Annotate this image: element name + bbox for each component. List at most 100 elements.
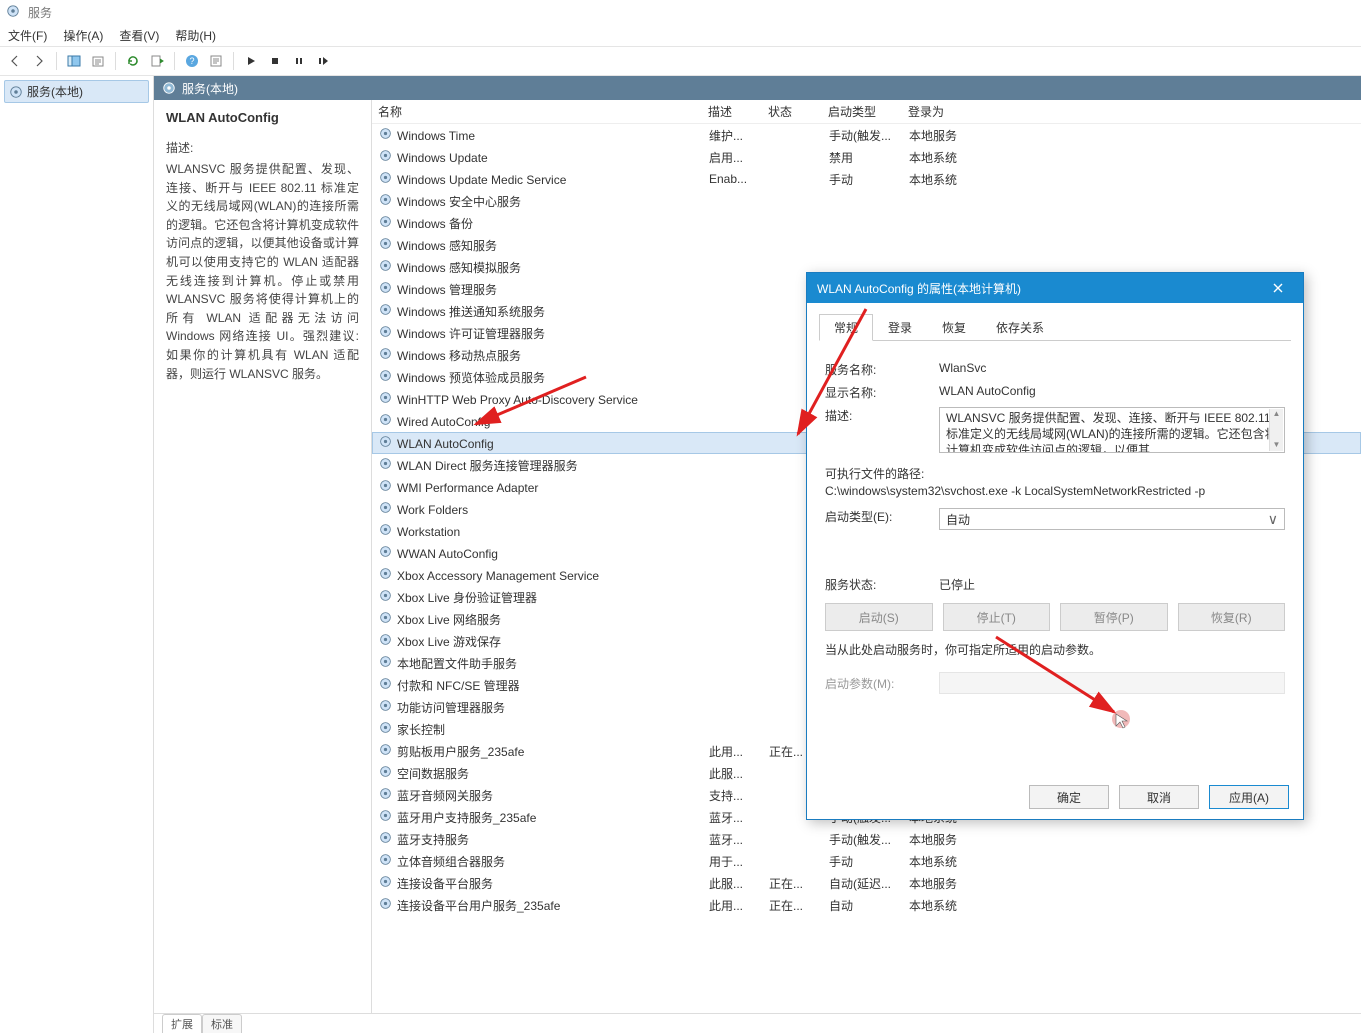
- service-name-cell: WLAN AutoConfig: [379, 435, 709, 451]
- service-row[interactable]: Windows Time维护...手动(触发...本地服务: [372, 124, 1361, 146]
- pane-header-title: 服务(本地): [182, 80, 238, 97]
- service-row[interactable]: Windows 感知服务: [372, 234, 1361, 256]
- export-button[interactable]: [87, 50, 109, 72]
- menu-bar: 文件(F) 操作(A) 查看(V) 帮助(H): [0, 24, 1361, 46]
- service-name-cell: Windows 管理服务: [379, 281, 709, 298]
- service-name-cell: Xbox Live 网络服务: [379, 611, 709, 628]
- service-name-cell: Workstation: [379, 523, 709, 539]
- detail-description-label: 描述:: [166, 139, 359, 156]
- restart-service-button[interactable]: [312, 50, 334, 72]
- gear-icon: [379, 435, 397, 448]
- separator: [174, 52, 175, 70]
- gear-icon: [379, 853, 397, 866]
- service-start-cell: 自动(延迟...: [829, 875, 909, 892]
- tab-logon[interactable]: 登录: [873, 314, 927, 341]
- start-service-button[interactable]: [240, 50, 262, 72]
- forward-button[interactable]: [28, 50, 50, 72]
- scrollbar[interactable]: [1269, 409, 1283, 451]
- service-name-cell: Xbox Live 游戏保存: [379, 633, 709, 650]
- menu-view[interactable]: 查看(V): [119, 27, 159, 44]
- service-row[interactable]: 立体音频组合器服务用于...手动本地系统: [372, 850, 1361, 872]
- tab-recovery[interactable]: 恢复: [927, 314, 981, 341]
- cancel-button[interactable]: 取消: [1119, 785, 1199, 809]
- service-row[interactable]: 连接设备平台用户服务_235afe此用...正在...自动本地系统: [372, 894, 1361, 916]
- column-description[interactable]: 描述: [708, 103, 768, 120]
- menu-help[interactable]: 帮助(H): [175, 27, 216, 44]
- service-start-cell: 手动: [829, 853, 909, 870]
- export-list-button[interactable]: [146, 50, 168, 72]
- menu-file[interactable]: 文件(F): [8, 27, 47, 44]
- column-name[interactable]: 名称: [378, 103, 708, 120]
- service-desc-cell: 此服...: [709, 765, 769, 782]
- service-row[interactable]: 蓝牙支持服务蓝牙...手动(触发...本地服务: [372, 828, 1361, 850]
- start-button[interactable]: 启动(S): [825, 603, 933, 631]
- service-name-cell: Windows 许可证管理器服务: [379, 325, 709, 342]
- ok-button[interactable]: 确定: [1029, 785, 1109, 809]
- service-logon-cell: 本地系统: [909, 171, 1009, 188]
- service-status-cell: 正在...: [769, 875, 829, 892]
- startup-type-select[interactable]: 自动 ∨: [939, 508, 1285, 530]
- service-desc-cell: 支持...: [709, 787, 769, 804]
- back-button[interactable]: [4, 50, 26, 72]
- help-button[interactable]: ?: [181, 50, 203, 72]
- service-desc-cell: 此用...: [709, 743, 769, 760]
- pause-button[interactable]: 暂停(P): [1060, 603, 1168, 631]
- column-status[interactable]: 状态: [768, 103, 828, 120]
- console-tree[interactable]: 服务(本地): [0, 76, 154, 1033]
- service-row[interactable]: 连接设备平台服务此服...正在...自动(延迟...本地服务: [372, 872, 1361, 894]
- value-exe-path: C:\windows\system32\svchost.exe -k Local…: [825, 484, 1285, 498]
- value-description[interactable]: WLANSVC 服务提供配置、发现、连接、断开与 IEEE 802.11 标准定…: [939, 407, 1285, 453]
- service-name-cell: Work Folders: [379, 501, 709, 517]
- params-hint: 当从此处启动服务时，你可指定所适用的启动参数。: [825, 641, 1285, 658]
- list-header[interactable]: 名称 描述 状态 启动类型 登录为: [372, 100, 1361, 124]
- close-icon[interactable]: [1263, 273, 1293, 303]
- service-name-cell: 蓝牙支持服务: [379, 831, 709, 848]
- service-name-cell: 家长控制: [379, 721, 709, 738]
- svg-text:?: ?: [189, 56, 194, 66]
- dialog-title-bar[interactable]: WLAN AutoConfig 的属性(本地计算机): [807, 273, 1303, 303]
- service-name-cell: 蓝牙用户支持服务_235afe: [379, 809, 709, 826]
- properties-button[interactable]: [205, 50, 227, 72]
- service-row[interactable]: Windows 安全中心服务: [372, 190, 1361, 212]
- stop-button[interactable]: 停止(T): [943, 603, 1051, 631]
- stop-service-button[interactable]: [264, 50, 286, 72]
- refresh-button[interactable]: [122, 50, 144, 72]
- gear-icon: [379, 303, 397, 316]
- show-hide-tree-button[interactable]: [63, 50, 85, 72]
- service-name-cell: Windows 移动热点服务: [379, 347, 709, 364]
- pane-header: 服务(本地): [154, 76, 1361, 100]
- service-name-cell: WMI Performance Adapter: [379, 479, 709, 495]
- pause-service-button[interactable]: [288, 50, 310, 72]
- service-desc-cell: 此服...: [709, 875, 769, 892]
- resume-button[interactable]: 恢复(R): [1178, 603, 1286, 631]
- gear-icon: [379, 325, 397, 338]
- service-row[interactable]: Windows 备份: [372, 212, 1361, 234]
- description-text: WLANSVC 服务提供配置、发现、连接、断开与 IEEE 802.11 标准定…: [946, 411, 1277, 453]
- gear-icon: [379, 633, 397, 646]
- service-row[interactable]: Windows Update Medic ServiceEnab...手动本地系…: [372, 168, 1361, 190]
- gear-icon: [379, 655, 397, 668]
- column-logon-as[interactable]: 登录为: [908, 103, 1008, 120]
- properties-dialog: WLAN AutoConfig 的属性(本地计算机) 常规 登录 恢复 依存关系…: [806, 272, 1304, 820]
- service-name-cell: 本地配置文件助手服务: [379, 655, 709, 672]
- apply-button[interactable]: 应用(A): [1209, 785, 1289, 809]
- gear-icon: [379, 611, 397, 624]
- tab-extended[interactable]: 扩展: [162, 1014, 202, 1033]
- value-display-name: WLAN AutoConfig: [939, 384, 1285, 398]
- tab-dependencies[interactable]: 依存关系: [981, 314, 1059, 341]
- tab-standard[interactable]: 标准: [202, 1014, 242, 1033]
- service-name-cell: Windows 备份: [379, 215, 709, 232]
- service-name-cell: 连接设备平台用户服务_235afe: [379, 897, 709, 914]
- tree-node-services-local[interactable]: 服务(本地): [4, 80, 149, 103]
- service-logon-cell: 本地系统: [909, 853, 1009, 870]
- service-row[interactable]: Windows Update启用...禁用本地系统: [372, 146, 1361, 168]
- column-startup-type[interactable]: 启动类型: [828, 103, 908, 120]
- service-name-cell: Windows 感知模拟服务: [379, 259, 709, 276]
- gear-icon: [379, 501, 397, 514]
- service-start-cell: 禁用: [829, 149, 909, 166]
- start-params-input: [939, 672, 1285, 694]
- label-start-params: 启动参数(M):: [825, 675, 939, 692]
- service-name-cell: WinHTTP Web Proxy Auto-Discovery Service: [379, 391, 709, 407]
- menu-action[interactable]: 操作(A): [63, 27, 103, 44]
- tab-general[interactable]: 常规: [819, 314, 873, 341]
